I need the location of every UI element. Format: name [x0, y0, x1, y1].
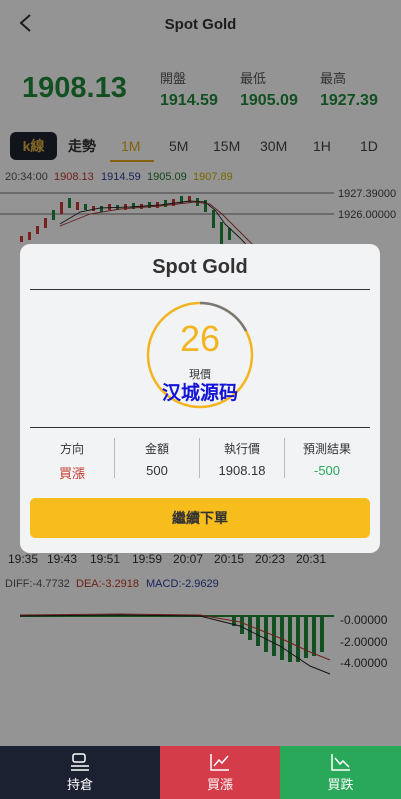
exec-price-column: 執行價 1908.18: [200, 440, 284, 478]
buy-down-label: 買跌: [327, 777, 354, 792]
amount-label: 金額: [144, 442, 169, 456]
amount-column: 金額 500: [115, 440, 199, 478]
holdings-icon: [71, 753, 89, 771]
result-value: -500: [313, 463, 341, 478]
result-label: 預測結果: [302, 442, 351, 456]
result-column: 預測結果 -500: [285, 440, 369, 478]
hold-button[interactable]: 持倉: [0, 746, 160, 799]
amount-value: 500: [146, 463, 168, 478]
exec-price-label: 執行價: [223, 442, 260, 456]
exec-price-value: 1908.18: [218, 463, 266, 478]
chart-down-icon: [330, 754, 350, 771]
buy-up-button[interactable]: 買漲: [160, 746, 280, 799]
direction-value: 買漲: [58, 466, 85, 481]
buy-down-button[interactable]: 買跌: [280, 746, 401, 799]
chart-up-icon: [210, 754, 229, 771]
modal-divider-mid: [30, 427, 370, 428]
direction-label: 方向: [59, 442, 84, 456]
modal-title: Spot Gold: [152, 256, 248, 278]
watermark-text: 汉城源码: [161, 383, 238, 404]
modal-divider-top: [30, 289, 370, 290]
countdown-number: 26: [179, 318, 221, 359]
order-result-modal: Spot Gold 26 現價 汉城源码 方向 買漲 金額 500 執行價 19…: [20, 244, 380, 553]
hold-label: 持倉: [66, 777, 93, 792]
direction-column: 方向 買漲: [30, 440, 114, 482]
bottom-action-bar: 持倉 買漲 買跌: [0, 746, 401, 799]
continue-order-button[interactable]: 繼續下單: [30, 498, 370, 538]
buy-up-label: 買漲: [206, 777, 233, 792]
